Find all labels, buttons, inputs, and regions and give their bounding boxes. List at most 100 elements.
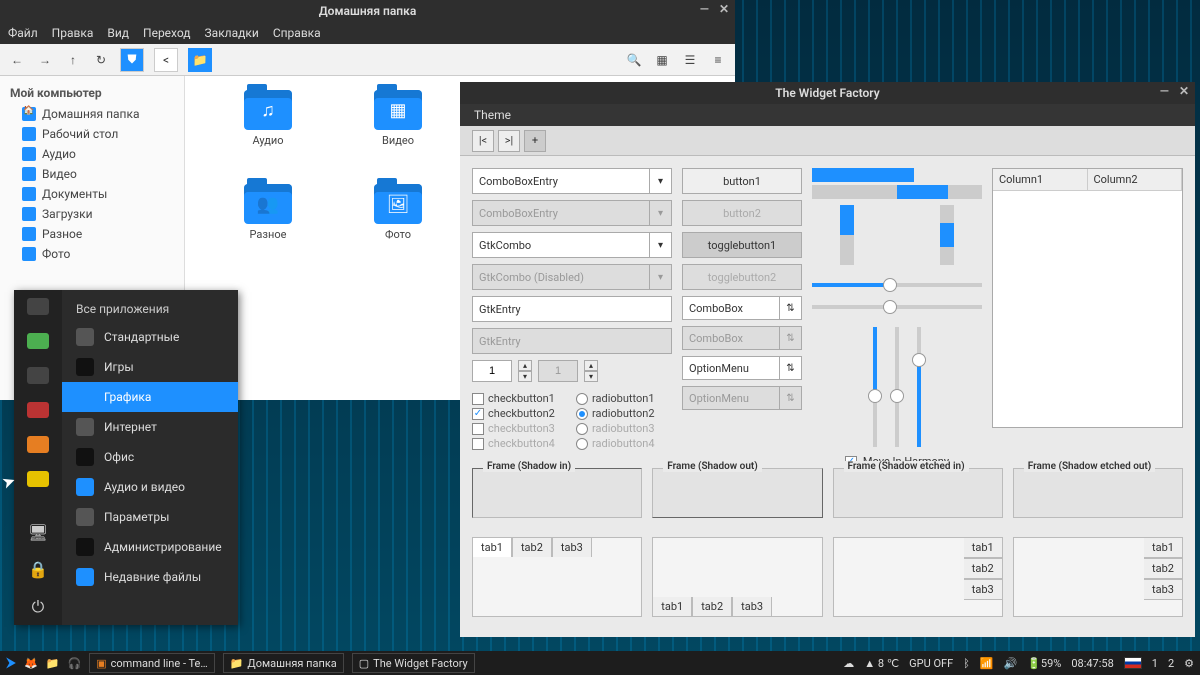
tab[interactable]: tab2 <box>692 597 732 617</box>
checkbox-checked-icon[interactable]: ✓ <box>472 408 484 420</box>
fav-settings-icon[interactable] <box>27 298 49 315</box>
tray-wifi-icon[interactable]: 📶 <box>980 657 994 670</box>
togglebutton1[interactable]: togglebutton1 <box>682 232 802 258</box>
sidebar-item-video[interactable]: Видео <box>0 164 184 184</box>
button1[interactable]: button1 <box>682 168 802 194</box>
view-list-icon[interactable]: ☰ <box>681 51 699 69</box>
tab[interactable]: tab1 <box>1144 537 1183 558</box>
appmenu-item-admin[interactable]: Администрирование <box>62 532 238 562</box>
gtkentry[interactable]: GtkEntry <box>472 296 672 322</box>
menu-help[interactable]: Справка <box>273 26 321 40</box>
folder-misc[interactable]: 👥 Разное <box>213 184 323 274</box>
widget-titlebar[interactable]: The Widget Factory — ✕ <box>460 82 1195 104</box>
appmenu-item-internet[interactable]: Интернет <box>62 412 238 442</box>
launcher-firefox-icon[interactable]: 🦊 <box>24 657 38 670</box>
tray-weather[interactable]: ▲ 8 ℃ <box>864 657 899 670</box>
reload-icon[interactable]: ↻ <box>92 51 110 69</box>
checkbutton2[interactable]: ✓checkbutton2 <box>472 407 568 420</box>
folder-photo[interactable]: 🖼 Фото <box>343 184 453 274</box>
tb-last-icon[interactable]: >| <box>498 130 520 152</box>
view-compact-icon[interactable]: ≡ <box>709 51 727 69</box>
hslider-1[interactable] <box>812 283 982 287</box>
tab[interactable]: tab2 <box>512 537 552 557</box>
folder-video[interactable]: ▦ Видео <box>343 90 453 180</box>
launcher-files-icon[interactable]: 📁 <box>46 657 60 670</box>
appmenu-item-av[interactable]: Аудио и видео <box>62 472 238 502</box>
spinner-icon[interactable]: ⇅ <box>779 357 801 379</box>
fav-app-4-icon[interactable] <box>27 436 49 453</box>
vslider-2[interactable] <box>895 327 899 447</box>
taskbar-app-files[interactable]: 📁Домашняя папка <box>223 653 344 673</box>
chevron-down-icon[interactable]: ▾ <box>649 233 671 257</box>
tray-cloud-icon[interactable]: ☁ <box>843 657 854 670</box>
spinbutton-1[interactable] <box>472 360 512 382</box>
tray-gpu[interactable]: GPU OFF <box>909 657 953 670</box>
comboboxentry[interactable]: ComboBoxEntry▾ <box>472 168 672 194</box>
spin-up-icon[interactable]: ▴ <box>518 360 532 371</box>
filemgr-titlebar[interactable]: Домашняя папка — ✕ <box>0 0 735 22</box>
radiobutton1[interactable]: radiobutton1 <box>576 392 672 405</box>
tray-battery[interactable]: 🔋59% <box>1027 657 1061 670</box>
menu-edit[interactable]: Правка <box>52 26 94 40</box>
fav-app-2-icon[interactable] <box>27 367 49 384</box>
gtkcombo[interactable]: GtkCombo▾ <box>472 232 672 258</box>
search-icon[interactable]: 🔍 <box>625 51 643 69</box>
fav-app-3-icon[interactable] <box>27 402 49 419</box>
launcher-headphones-icon[interactable]: 🎧 <box>68 657 82 670</box>
tab[interactable]: tab3 <box>964 579 1003 600</box>
path-back-btn[interactable]: < <box>154 48 178 72</box>
tb-add-icon[interactable]: + <box>524 130 546 152</box>
path-current-btn[interactable]: 📁 <box>188 48 212 72</box>
sidebar-item-downloads[interactable]: Загрузки <box>0 204 184 224</box>
checkbutton1[interactable]: checkbutton1 <box>472 392 568 405</box>
up-icon[interactable]: ↑ <box>64 51 82 69</box>
appmenu-item-office[interactable]: Офис <box>62 442 238 472</box>
appmenu-item-settings[interactable]: Параметры <box>62 502 238 532</box>
sidebar-item-audio[interactable]: Аудио <box>0 144 184 164</box>
folder-audio[interactable]: ♫ Аудио <box>213 90 323 180</box>
fav-app-5-icon[interactable] <box>27 471 49 488</box>
sidebar-item-photo[interactable]: Фото <box>0 244 184 264</box>
tray-volume-icon[interactable]: 🔊 <box>1004 657 1018 670</box>
tray-workspace-2[interactable]: 2 <box>1168 657 1174 670</box>
taskbar-app-widget[interactable]: ▢The Widget Factory <box>352 653 475 673</box>
close-icon[interactable]: ✕ <box>719 2 729 16</box>
sidebar-item-desktop[interactable]: Рабочий стол <box>0 124 184 144</box>
tray-workspace-1[interactable]: 1 <box>1152 657 1158 670</box>
radio-checked-icon[interactable] <box>576 408 588 420</box>
back-icon[interactable]: ← <box>8 51 26 69</box>
spin-down-icon[interactable]: ▾ <box>518 371 532 382</box>
optionmenu[interactable]: OptionMenu⇅ <box>682 356 802 380</box>
radio-icon[interactable] <box>576 393 588 405</box>
menu-theme[interactable]: Theme <box>474 108 511 122</box>
menu-go[interactable]: Переход <box>143 26 191 40</box>
hslider-2[interactable] <box>812 305 982 309</box>
view-icons-icon[interactable]: ▦ <box>653 51 671 69</box>
checkbox-icon[interactable] <box>472 393 484 405</box>
tray-settings-icon[interactable]: ⚙ <box>1184 657 1194 670</box>
tab[interactable]: tab3 <box>732 597 772 617</box>
minimize-icon[interactable]: — <box>700 2 709 16</box>
appmenu-item-recent[interactable]: Недавние файлы <box>62 562 238 592</box>
vslider-1[interactable] <box>873 327 877 447</box>
tray-keyboard-layout-icon[interactable] <box>1124 657 1142 669</box>
power-icon[interactable]: ⏻ <box>32 597 45 617</box>
spinner-icon[interactable]: ⇅ <box>779 297 801 319</box>
treeview[interactable]: Column1 Column2 <box>992 168 1183 428</box>
tb-first-icon[interactable]: |< <box>472 130 494 152</box>
minimize-icon[interactable]: — <box>1160 84 1169 98</box>
radiobutton2[interactable]: radiobutton2 <box>576 407 672 420</box>
fav-app-1-icon[interactable] <box>27 333 49 350</box>
tray-clock[interactable]: 08:47:58 <box>1071 657 1113 670</box>
tab[interactable]: tab2 <box>1144 558 1183 579</box>
tab[interactable]: tab1 <box>472 537 512 557</box>
tab[interactable]: tab3 <box>1144 579 1183 600</box>
sidebar-item-documents[interactable]: Документы <box>0 184 184 204</box>
lock-icon[interactable]: 🔒 <box>28 560 48 579</box>
tab[interactable]: tab2 <box>964 558 1003 579</box>
column-1-header[interactable]: Column1 <box>993 169 1088 190</box>
close-icon[interactable]: ✕ <box>1179 84 1189 98</box>
menu-view[interactable]: Вид <box>107 26 129 40</box>
appmenu-item-graphics[interactable]: Графика <box>62 382 238 412</box>
column-2-header[interactable]: Column2 <box>1088 169 1183 190</box>
